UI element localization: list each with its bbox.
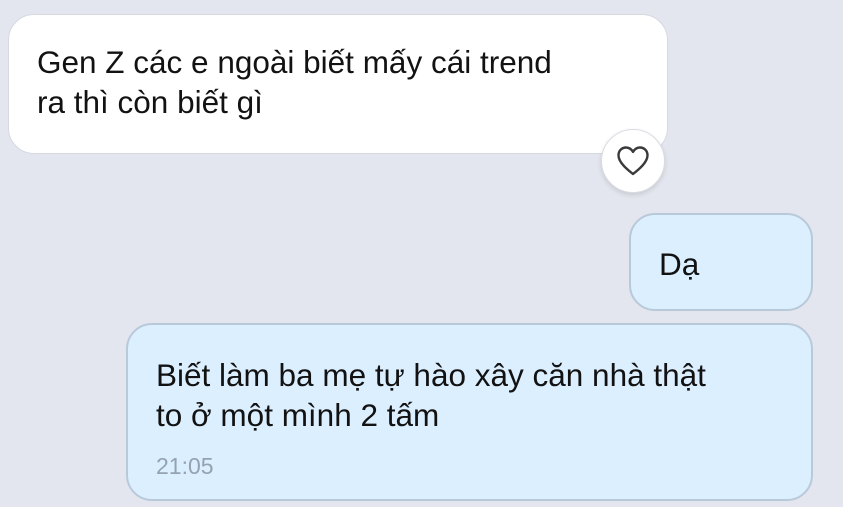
heart-outline-icon	[616, 145, 650, 177]
outgoing-message-bubble[interactable]: Biết làm ba mẹ tự hào xây căn nhà thật t…	[126, 323, 813, 501]
message-timestamp: 21:05	[156, 453, 214, 479]
outgoing-message-bubble[interactable]: Dạ	[629, 213, 813, 311]
reaction-button[interactable]	[601, 129, 665, 193]
message-text: Dạ	[659, 246, 700, 282]
message-text: Gen Z các e ngoài biết mấy cái trend ra …	[37, 44, 552, 120]
incoming-message-bubble[interactable]: Gen Z các e ngoài biết mấy cái trend ra …	[8, 14, 668, 154]
message-text: Biết làm ba mẹ tự hào xây căn nhà thật t…	[156, 357, 706, 433]
